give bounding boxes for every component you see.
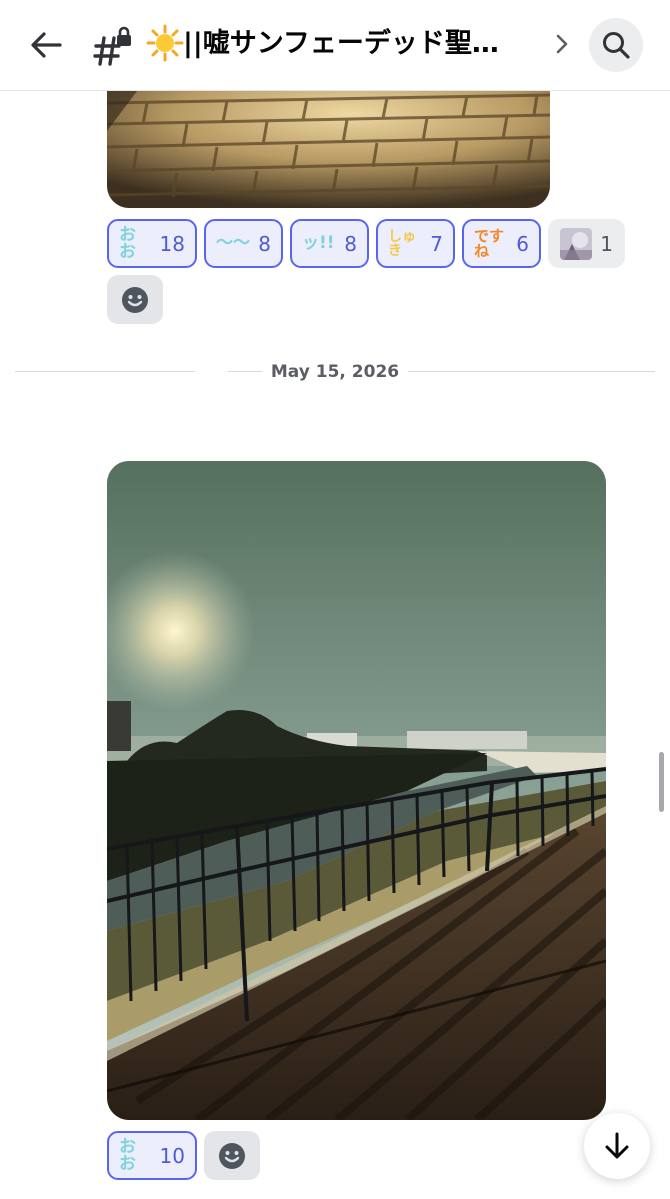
arrow-down-icon — [605, 1132, 629, 1159]
reaction-emoji: 〜〜 — [216, 233, 250, 253]
arrow-left-icon — [31, 32, 62, 58]
reaction-emoji: しゅき — [388, 228, 416, 259]
locked-hash-icon — [92, 24, 136, 68]
jump-to-present-button[interactable] — [584, 1113, 650, 1179]
channel-header: ||嘘サンフェーデッド聖… — [0, 0, 670, 91]
reaction-oo[interactable]: おお 18 — [107, 219, 197, 268]
scrollbar-thumb[interactable] — [659, 752, 664, 812]
divider-line-left — [15, 371, 195, 372]
channel-details-button[interactable] — [548, 28, 576, 60]
reaction-emoji: おお — [119, 1136, 136, 1174]
reaction-count: 7 — [430, 231, 443, 256]
reaction-shuki[interactable]: しゅき 7 — [376, 219, 455, 268]
channel-title[interactable]: ||嘘サンフェーデッド聖… — [183, 22, 528, 66]
chevron-right-icon — [556, 34, 568, 54]
date-divider-label: May 15, 2026 — [270, 362, 400, 382]
message-image-pavement[interactable] — [107, 91, 550, 208]
smiley-icon — [219, 1142, 245, 1169]
add-reaction-button[interactable] — [204, 1131, 260, 1180]
message-image-riverside[interactable] — [107, 461, 606, 1120]
reaction-count: 8 — [344, 231, 357, 256]
reaction-oo[interactable]: おお 10 — [107, 1131, 197, 1180]
back-button[interactable] — [22, 24, 70, 66]
divider-line-right — [408, 371, 655, 372]
sun-emoji — [146, 24, 184, 62]
reaction-count: 1 — [600, 231, 613, 256]
add-reaction-button[interactable] — [107, 275, 163, 324]
reaction-count: 8 — [258, 231, 271, 256]
custom-emoji-thumbnail — [560, 227, 592, 260]
reaction-desune[interactable]: ですね 6 — [462, 219, 541, 268]
chat-screen: ||嘘サンフェーデッド聖… おお 18 〜〜 8 ッ!! 8 しゅき 7 ですね… — [0, 0, 670, 1199]
reaction-tsu[interactable]: ッ!! 8 — [290, 219, 369, 268]
search-icon — [603, 32, 630, 59]
reaction-custom-image[interactable]: 1 — [548, 219, 625, 268]
search-button[interactable] — [589, 18, 643, 72]
reaction-emoji: おお — [119, 224, 136, 262]
reaction-emoji: ッ!! — [302, 233, 335, 253]
smiley-icon — [122, 286, 148, 313]
reaction-wave[interactable]: 〜〜 8 — [204, 219, 283, 268]
reaction-count: 6 — [516, 231, 529, 256]
reaction-count: 10 — [159, 1143, 185, 1168]
reaction-emoji: ですね — [474, 226, 505, 260]
divider-line-mid — [228, 371, 262, 372]
reaction-count: 18 — [159, 231, 185, 256]
